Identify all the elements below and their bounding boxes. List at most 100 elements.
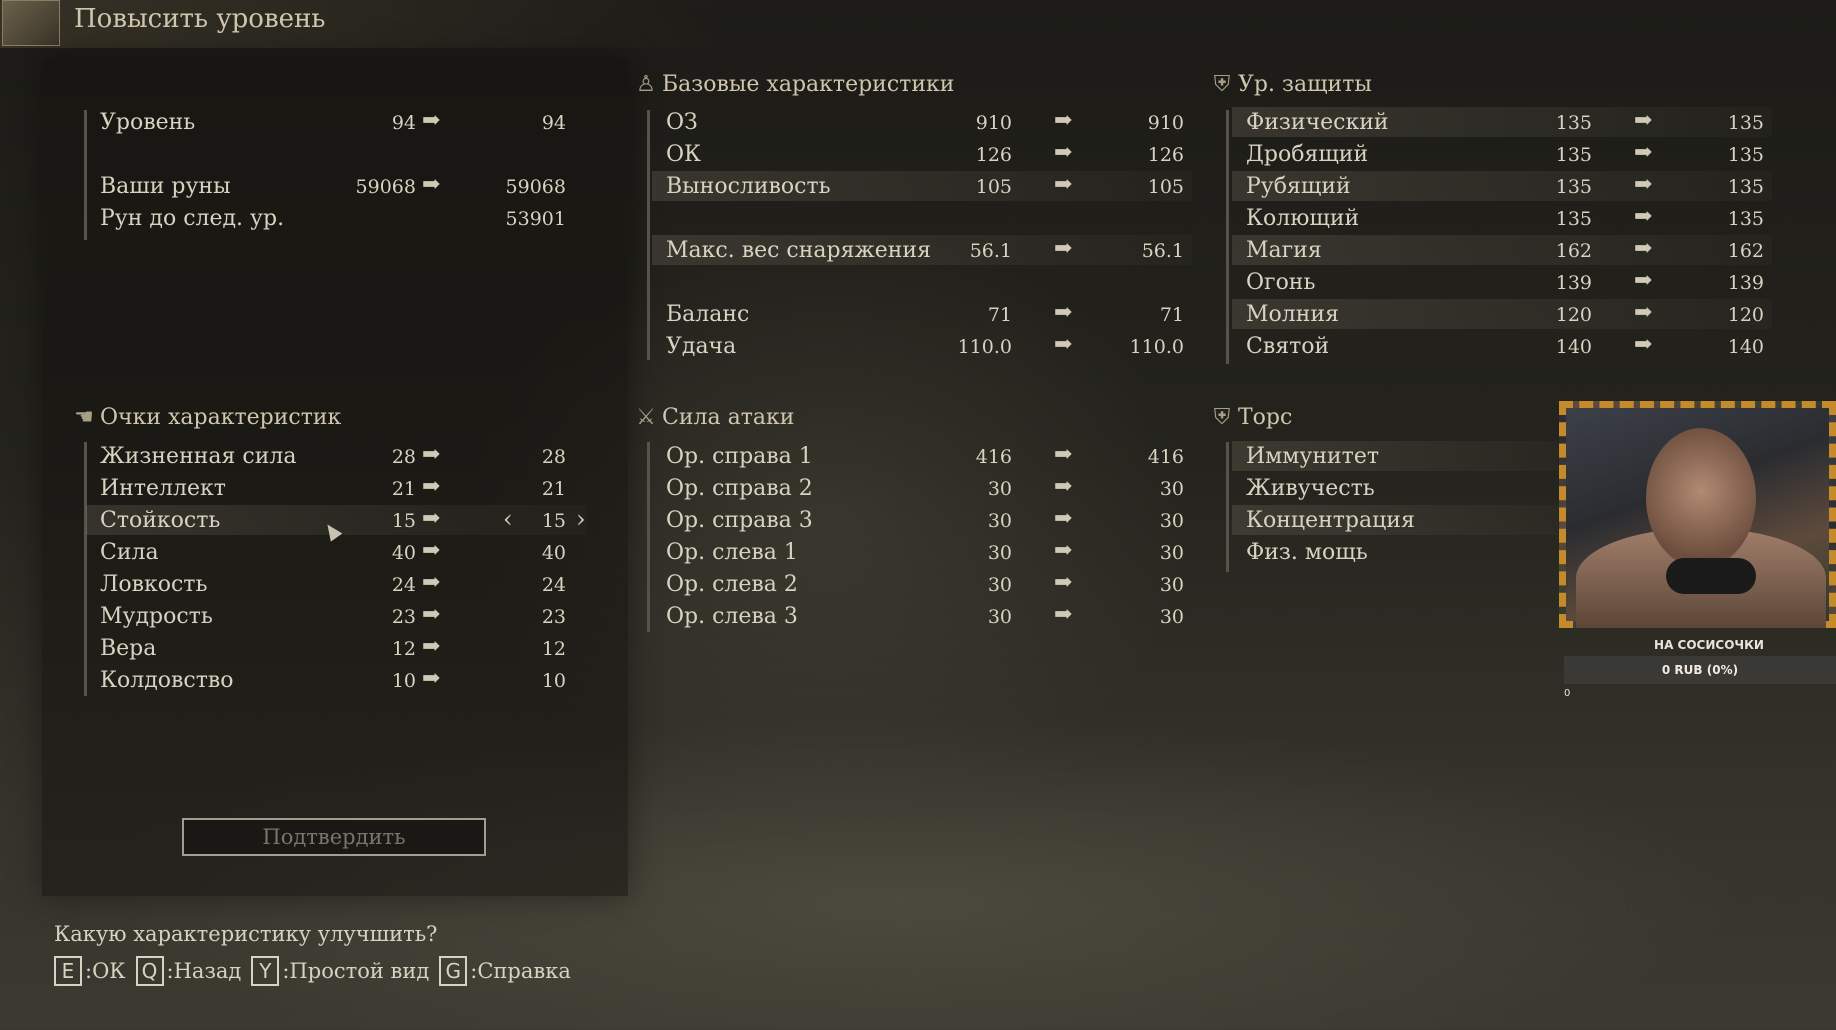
stat-label: Ваши руны (100, 174, 231, 199)
current-value: 135 (1555, 176, 1592, 198)
attack-power-row: Ор. справа 3 30 ➡ 30 (652, 505, 1192, 535)
attack-power-header: ⚔ Сила атаки (636, 405, 795, 430)
current-value: 120 (1555, 304, 1592, 326)
confirm-button[interactable]: Подтвердить (182, 818, 486, 856)
next-value: 23 (541, 606, 566, 628)
key-hint-label: :Справка (470, 959, 571, 983)
stat-label: Святой (1246, 334, 1330, 359)
stat-label: Физ. мощь (1246, 540, 1368, 565)
current-value: 21 (391, 478, 416, 500)
attribute-row[interactable]: Интеллект 21 ➡ 21 (86, 473, 586, 503)
next-value: 110.0 (1129, 336, 1184, 358)
arrow-right-icon: ➡ (1634, 268, 1653, 293)
attribute-row[interactable]: Ловкость 24 ➡ 24 (86, 569, 586, 599)
donation-title: НА СОСИСОЧКИ (1654, 638, 1764, 652)
base-stat-row: Выносливость 105 ➡ 105 (652, 171, 1192, 201)
defense-header: ⛨ Ур. защиты (1213, 72, 1372, 97)
key-q-icon[interactable]: Q (135, 956, 164, 986)
base-stats-section-bar (647, 110, 650, 360)
arrow-right-icon: ➡ (1054, 570, 1073, 595)
current-value: 126 (975, 144, 1012, 166)
base-stat-row: ОЗ 910 ➡ 910 (652, 107, 1192, 137)
decrease-arrow-icon[interactable]: ‹ (503, 505, 513, 533)
next-value: 105 (1147, 176, 1184, 198)
arrow-right-icon: ➡ (1054, 332, 1073, 357)
current-value: 105 (975, 176, 1012, 198)
attribute-row[interactable]: Жизненная сила 28 ➡ 28 (86, 441, 586, 471)
stat-label: ОЗ (666, 110, 698, 135)
key-y-icon[interactable]: Y (251, 956, 280, 986)
base-stat-row: ОК 126 ➡ 126 (652, 139, 1192, 169)
donation-count: 0 (1564, 688, 1571, 699)
page-title: Повысить уровень (74, 4, 326, 34)
stat-label: Колющий (1246, 206, 1360, 231)
next-value: 30 (1159, 574, 1184, 596)
armor-icon: ⛨ (1213, 405, 1231, 430)
hand-icon: ☚ (74, 405, 94, 430)
arrow-right-icon: ➡ (1054, 474, 1073, 499)
key-hint-label: :Простой вид (282, 959, 430, 983)
attributes-header: ☚ Очки характеристик (74, 405, 342, 430)
current-value: 416 (975, 446, 1012, 468)
stat-label: Жизненная сила (100, 444, 297, 469)
current-value: 12 (391, 638, 416, 660)
current-value: 139 (1555, 272, 1592, 294)
stat-label: Рун до след. ур. (100, 206, 285, 231)
arrow-right-icon: ➡ (422, 442, 441, 467)
increase-arrow-icon[interactable]: › (576, 505, 586, 533)
next-value: 71 (1159, 304, 1184, 326)
current-value: 10 (391, 670, 416, 692)
arrow-right-icon: ➡ (1634, 172, 1653, 197)
attack-power-row: Ор. справа 2 30 ➡ 30 (652, 473, 1192, 503)
arrow-right-icon: ➡ (1054, 602, 1073, 627)
stat-label: Уровень (100, 110, 196, 135)
next-value: 30 (1159, 542, 1184, 564)
torso-row: Физ. мощь (1232, 537, 1558, 567)
torso-row: Живучесть (1232, 473, 1558, 503)
defense-section-bar (1226, 110, 1229, 364)
next-value: 53901 (505, 208, 566, 230)
attribute-row[interactable]: Колдовство 10 ➡ 10 (86, 665, 586, 695)
helmet-icon: ⛨ (1213, 72, 1231, 97)
current-value: 40 (391, 542, 416, 564)
next-value: 15 (541, 510, 566, 532)
arrow-right-icon: ➡ (1054, 236, 1073, 261)
attribute-row[interactable]: Вера 12 ➡ 12 (86, 633, 586, 663)
next-value: 30 (1159, 510, 1184, 532)
stat-label: Огонь (1246, 270, 1316, 295)
current-value: 28 (391, 446, 416, 468)
key-g-icon[interactable]: G (439, 956, 468, 986)
torso-section-bar (1226, 442, 1229, 572)
attribute-row[interactable]: Мудрость 23 ➡ 23 (86, 601, 586, 631)
base-stat-row: Баланс 71 ➡ 71 (652, 299, 1192, 329)
level-row: Уровень 94 ➡ 94 (86, 107, 586, 137)
defense-row: Огонь 139 ➡ 139 (1232, 267, 1772, 297)
current-value: 140 (1555, 336, 1592, 358)
defense-row: Молния 120 ➡ 120 (1232, 299, 1772, 329)
key-e-icon[interactable]: E (54, 956, 82, 986)
next-value: 59068 (505, 176, 566, 198)
next-value: 140 (1727, 336, 1764, 358)
stat-label: Ор. справа 1 (666, 444, 813, 469)
attribute-row[interactable]: Сила 40 ➡ 40 (86, 537, 586, 567)
back-emblem-icon[interactable] (2, 0, 60, 46)
stat-label: Стойкость (100, 508, 221, 533)
next-value: 126 (1147, 144, 1184, 166)
current-value: 30 (987, 574, 1012, 596)
next-value: 135 (1727, 208, 1764, 230)
next-value: 40 (541, 542, 566, 564)
webcam-overlay (1559, 401, 1836, 628)
stat-label: Концентрация (1246, 508, 1415, 533)
prompt-text: Какую характеристику улучшить? (54, 922, 438, 946)
arrow-right-icon: ➡ (1054, 300, 1073, 325)
arrow-right-icon: ➡ (422, 570, 441, 595)
person-icon: ♙ (636, 72, 656, 97)
defense-row: Магия 162 ➡ 162 (1232, 235, 1772, 265)
next-value: 120 (1727, 304, 1764, 326)
next-value: 416 (1147, 446, 1184, 468)
current-value: 30 (987, 606, 1012, 628)
stat-label: Удача (666, 334, 737, 359)
next-value: 30 (1159, 606, 1184, 628)
attack-power-row: Ор. слева 1 30 ➡ 30 (652, 537, 1192, 567)
arrow-right-icon: ➡ (1054, 506, 1073, 531)
